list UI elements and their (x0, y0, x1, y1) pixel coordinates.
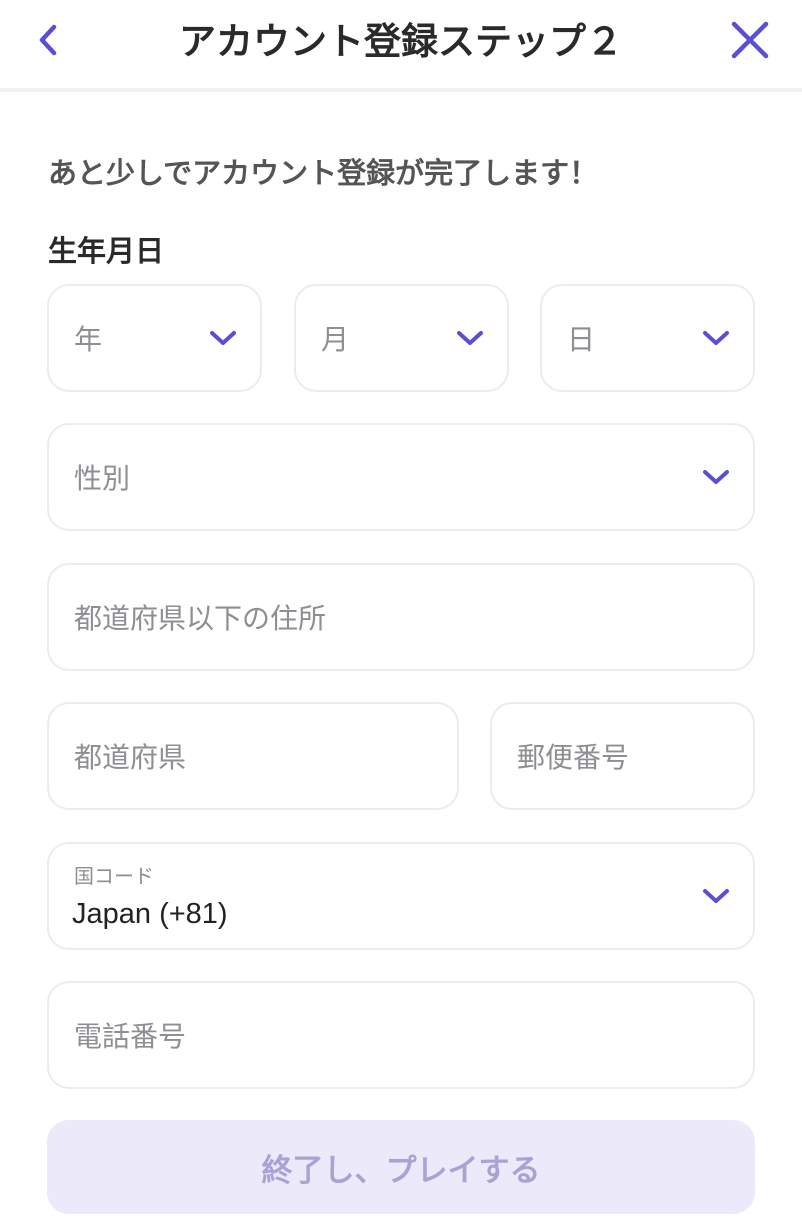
finish-and-play-button[interactable]: 終了し、プレイする (47, 1120, 755, 1214)
chevron-down-icon (457, 331, 483, 345)
chevron-down-icon (210, 331, 236, 345)
day-select[interactable]: 日 (540, 284, 755, 392)
chevron-down-icon (703, 331, 729, 345)
year-select[interactable]: 年 (47, 284, 262, 392)
postal-code-placeholder: 郵便番号 (517, 741, 630, 774)
prefecture-placeholder: 都道府県 (74, 741, 187, 774)
close-button[interactable] (726, 16, 774, 64)
phone-number-input[interactable]: 電話番号 (47, 981, 755, 1089)
close-icon (731, 21, 769, 59)
gender-placeholder: 性別 (74, 462, 131, 495)
month-select[interactable]: 月 (294, 284, 509, 392)
month-placeholder: 月 (321, 323, 350, 356)
chevron-left-icon (39, 24, 57, 56)
address-input[interactable]: 都道府県以下の住所 (47, 563, 755, 671)
birthdate-label: 生年月日 (48, 234, 165, 268)
day-placeholder: 日 (567, 323, 596, 356)
address-placeholder: 都道府県以下の住所 (74, 602, 327, 635)
prefecture-input[interactable]: 都道府県 (47, 702, 459, 810)
header-bar: アカウント登録ステップ２ (0, 0, 802, 92)
country-code-value: Japan (+81) (72, 898, 228, 930)
gender-select[interactable]: 性別 (47, 423, 755, 531)
chevron-down-icon (703, 889, 729, 903)
year-placeholder: 年 (74, 323, 103, 356)
chevron-down-icon (703, 470, 729, 484)
phone-number-placeholder: 電話番号 (74, 1020, 187, 1053)
country-code-select[interactable]: 国コード Japan (+81) (47, 842, 755, 950)
country-code-label: 国コード (74, 864, 154, 888)
page-title: アカウント登録ステップ２ (179, 20, 623, 63)
postal-code-input[interactable]: 郵便番号 (490, 702, 755, 810)
intro-text: あと少しでアカウント登録が完了します！ (48, 156, 599, 190)
back-button[interactable] (30, 18, 66, 62)
